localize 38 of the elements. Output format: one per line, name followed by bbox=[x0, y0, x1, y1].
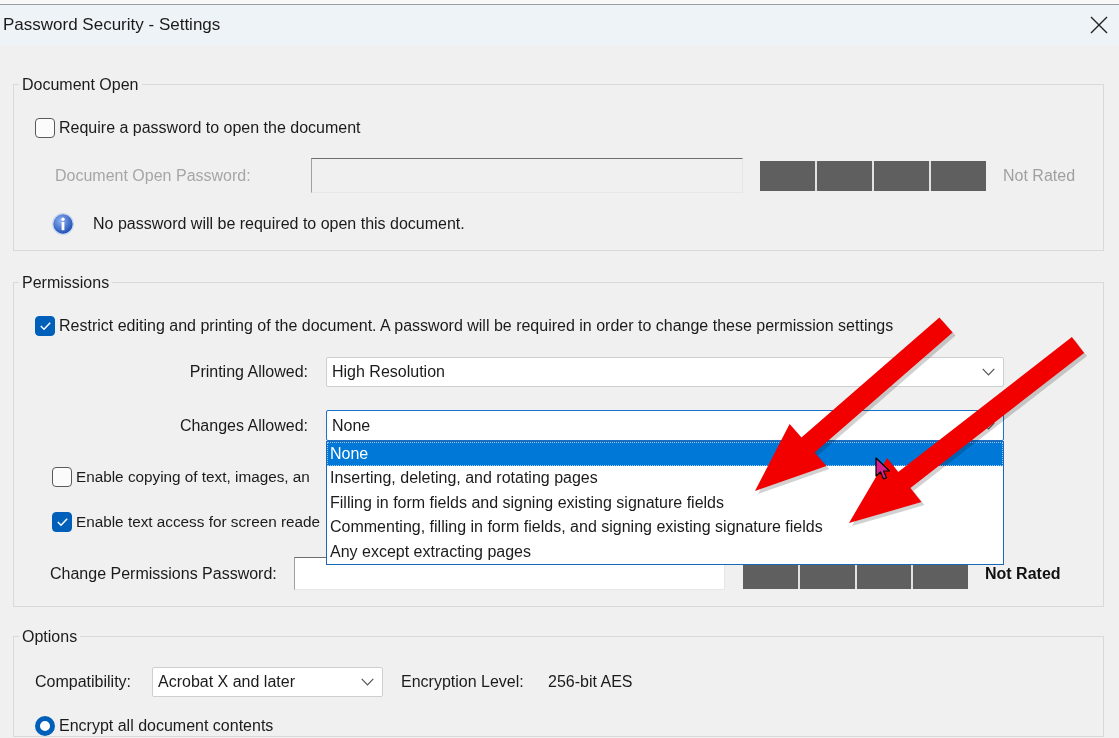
field-label: Change Permissions Password: bbox=[50, 564, 278, 583]
checkbox-label: Require a password to open the document bbox=[59, 118, 361, 138]
strength-label: Not Rated bbox=[1003, 168, 1076, 183]
close-icon bbox=[1090, 16, 1108, 34]
caret-icon bbox=[982, 368, 995, 376]
strength-label: Not Rated bbox=[985, 566, 1061, 581]
dropdown-option[interactable]: Inserting, deleting, and rotating pages bbox=[327, 466, 1003, 491]
checkbox-label: Restrict editing and printing of the document. A password will be required in order to change these permission settings bbox=[59, 316, 894, 336]
field-label: Compatibility: bbox=[35, 673, 133, 691]
field-label: Document Open Password: bbox=[55, 166, 252, 185]
field-label: Printing Allowed: bbox=[188, 363, 309, 381]
group-title: Document Open bbox=[21, 75, 140, 94]
info-icon bbox=[52, 213, 74, 235]
cursor-icon bbox=[875, 457, 891, 480]
checkbox[interactable] bbox=[35, 316, 55, 336]
checkbox-label: Enable copying of text, images, an bbox=[76, 467, 310, 487]
checkbox[interactable] bbox=[52, 512, 72, 532]
dropdown-option[interactable]: Any except extracting pages bbox=[327, 539, 1003, 564]
dropdown-option[interactable]: Filling in form fields and signing existing signature fields bbox=[327, 490, 1003, 516]
dropdown[interactable]: Acrobat X and later bbox=[152, 667, 383, 697]
checkmark-icon bbox=[39, 322, 51, 330]
group-title: Options bbox=[21, 627, 79, 646]
field-label: Encryption Level: bbox=[401, 673, 525, 691]
caret-icon bbox=[361, 678, 374, 686]
checkmark-icon bbox=[56, 518, 68, 526]
field-value: 256-bit AES bbox=[548, 673, 633, 691]
field-label: Changes Allowed: bbox=[178, 416, 309, 435]
info-text: No password will be required to open this document. bbox=[93, 215, 465, 233]
checkbox-label: Enable text access for screen reade bbox=[76, 512, 321, 532]
dropdown[interactable]: None bbox=[326, 410, 1004, 441]
dropdown[interactable]: High Resolution bbox=[326, 357, 1004, 387]
checkbox[interactable] bbox=[52, 467, 72, 487]
window-title: Password Security - Settings bbox=[3, 15, 222, 35]
radio-button[interactable] bbox=[35, 716, 55, 736]
group-title: Permissions bbox=[21, 273, 111, 292]
checkbox[interactable] bbox=[35, 118, 55, 138]
dropdown-option[interactable]: Commenting, filling in form fields, and signing existing signature fields bbox=[327, 515, 1003, 540]
radio-label: Encrypt all document contents bbox=[59, 716, 274, 736]
